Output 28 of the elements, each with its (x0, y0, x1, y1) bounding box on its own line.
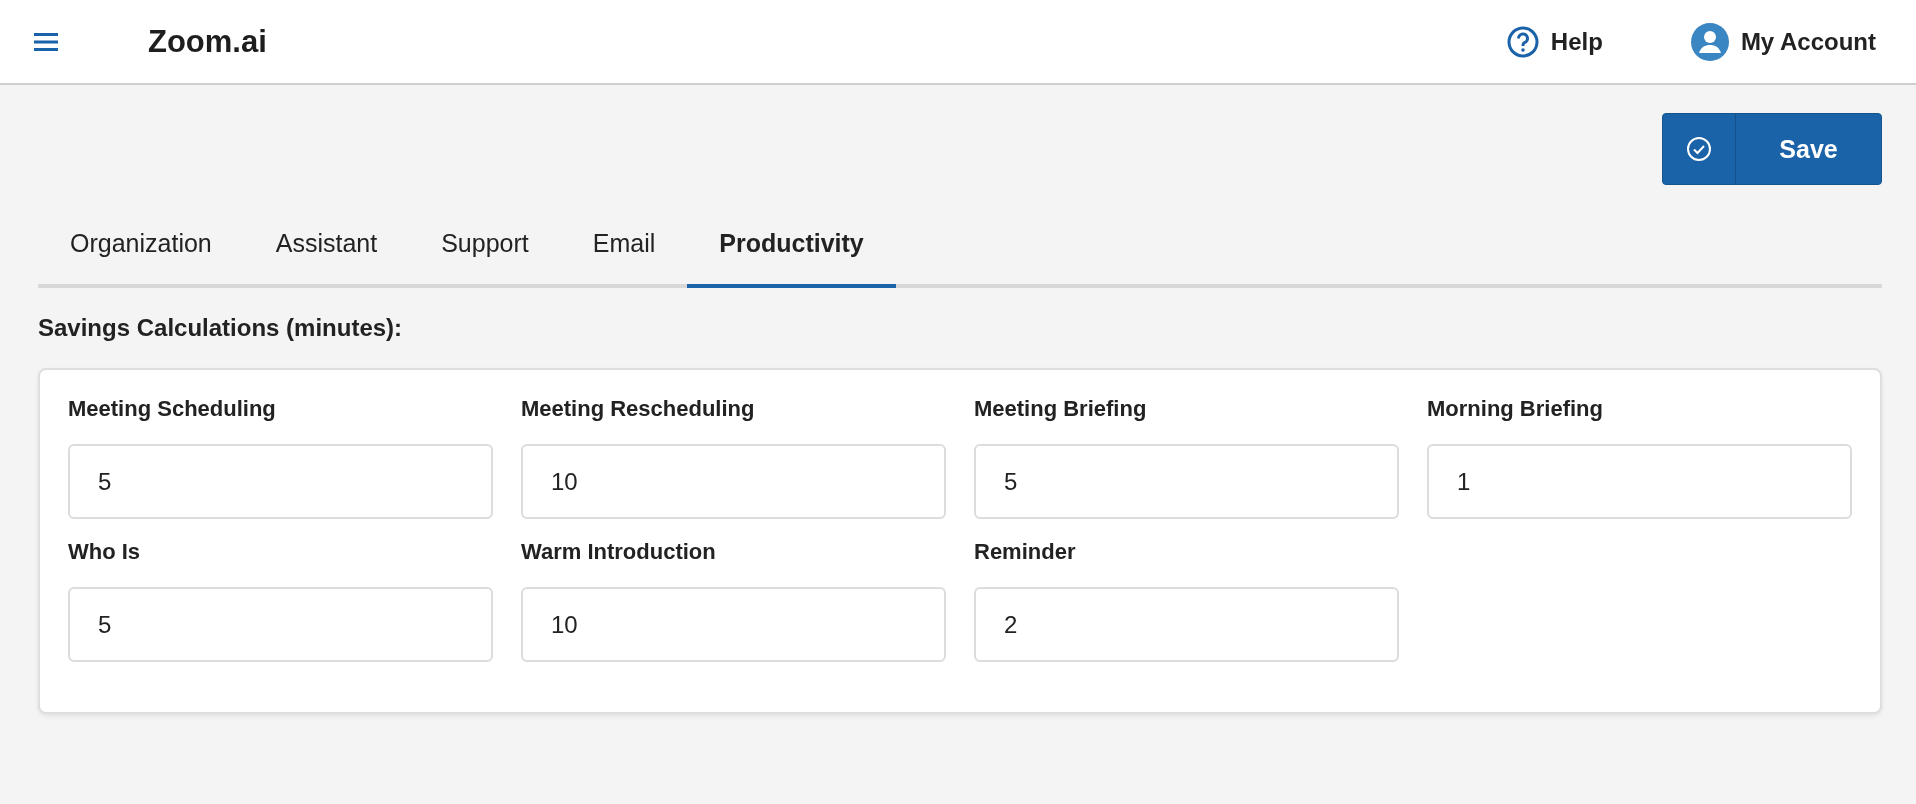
tab[interactable]: Support (409, 211, 561, 288)
number-field[interactable]: 1 (1427, 444, 1852, 519)
tab[interactable]: Productivity (687, 211, 896, 288)
field-label: Reminder (974, 539, 1077, 565)
number-field[interactable]: 5 (974, 444, 1399, 519)
number-field[interactable]: 10 (521, 444, 946, 519)
tab[interactable]: Email (560, 211, 688, 288)
avatar-icon (1690, 22, 1729, 61)
account-link[interactable]: My Account (1690, 22, 1876, 61)
field-label: Meeting Scheduling (68, 396, 277, 422)
field-label: Morning Briefing (1427, 396, 1604, 422)
number-field[interactable]: 2 (974, 587, 1399, 662)
field-label: Meeting Rescheduling (521, 396, 756, 422)
tab[interactable]: Assistant (243, 211, 410, 288)
section-title: Savings Calculations (minutes): (38, 314, 404, 342)
field-label: Warm Introduction (521, 539, 717, 565)
app-logo: Zoom.ai (148, 23, 267, 60)
tab[interactable]: Organization (38, 211, 244, 288)
number-field[interactable]: 10 (521, 587, 946, 662)
help-link[interactable]: Help (1506, 25, 1603, 58)
number-field[interactable]: 5 (68, 444, 493, 519)
field-label: Meeting Briefing (974, 396, 1148, 422)
check-circle-icon (1686, 136, 1712, 162)
help-icon (1506, 25, 1539, 58)
menu-icon (34, 31, 58, 52)
field-label: Who Is (68, 539, 142, 565)
save-button[interactable]: Save (1662, 113, 1882, 185)
number-field[interactable]: 5 (68, 587, 493, 662)
